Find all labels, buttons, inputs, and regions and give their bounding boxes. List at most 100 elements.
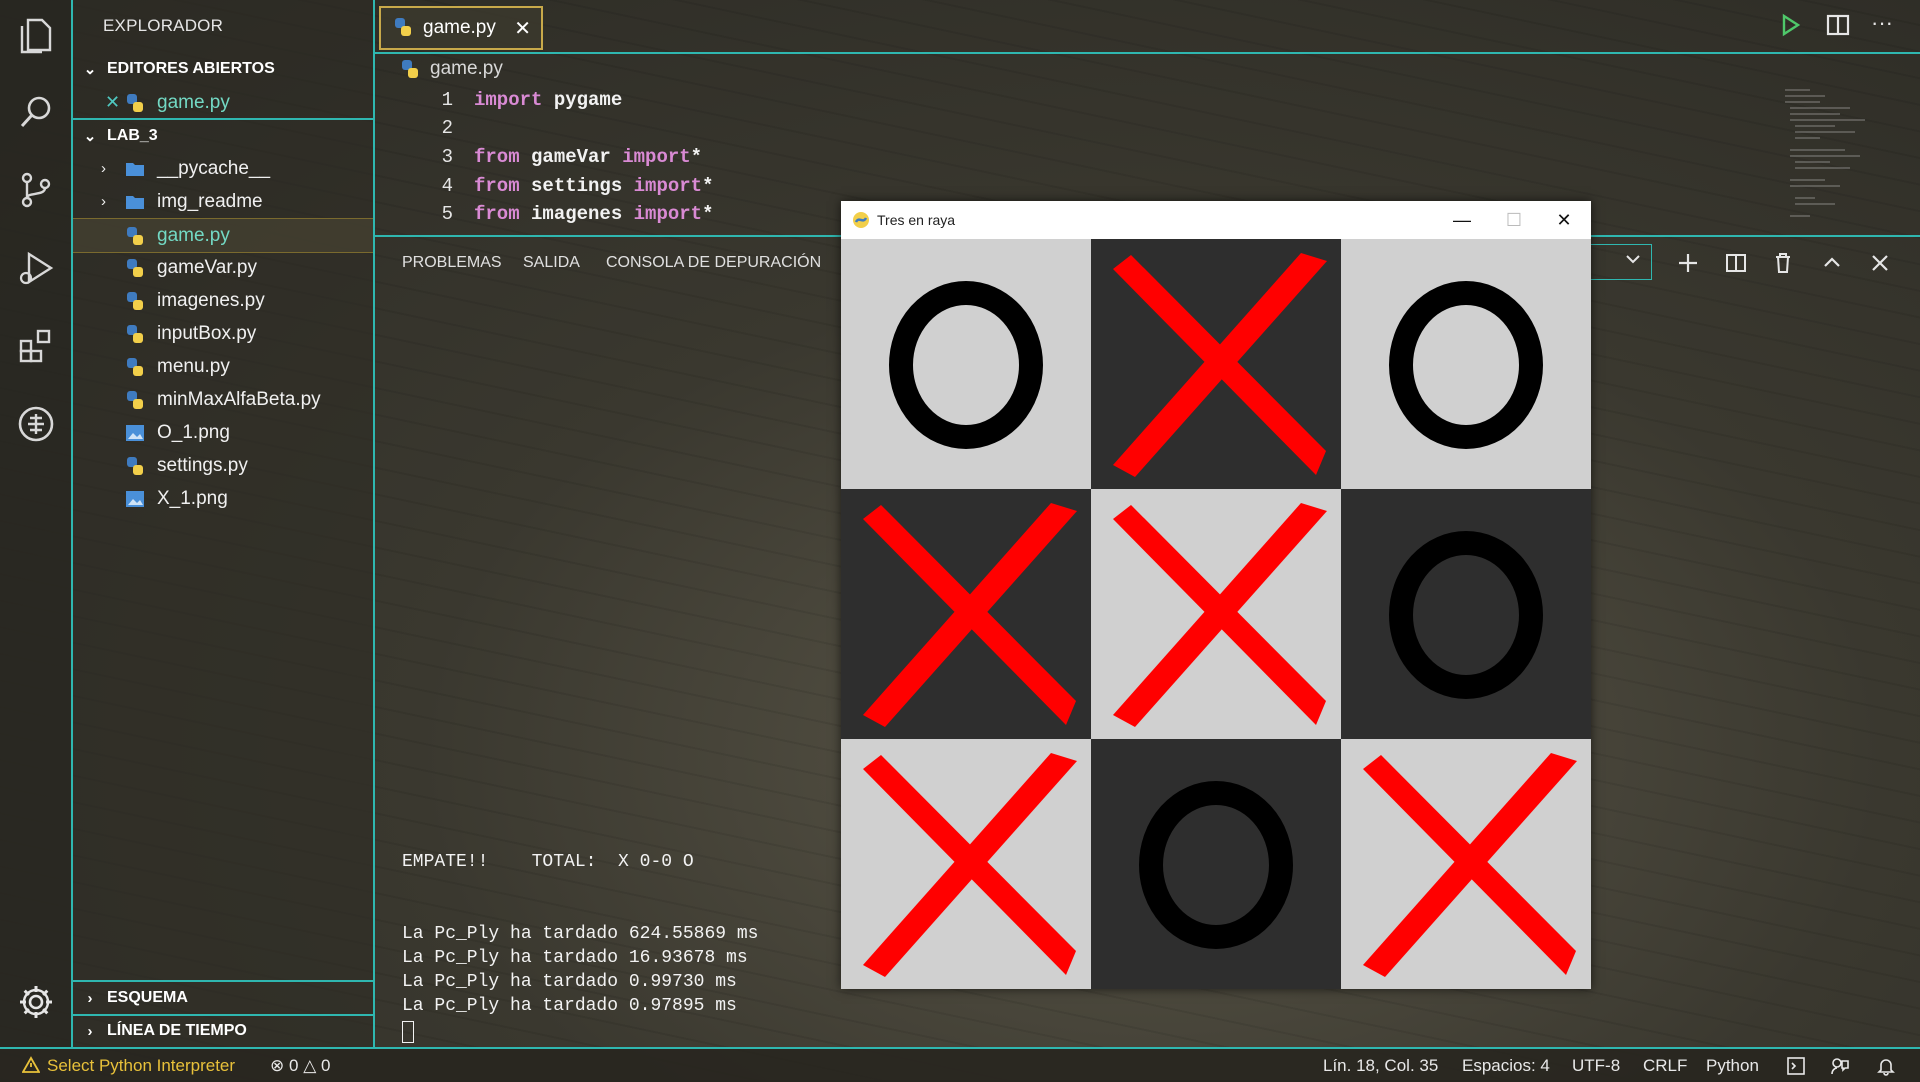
tree-item-folder[interactable]: › img_readme — [73, 185, 373, 218]
tree-item-file[interactable]: inputBox.py — [73, 317, 373, 350]
tree-item-selected-file[interactable]: game.py — [73, 218, 373, 253]
code-text: from settings import* — [474, 175, 713, 197]
extensions-icon[interactable] — [14, 324, 58, 368]
code-text: import pygame — [474, 89, 622, 111]
terminal-output-line: La Pc_Ply ha tardado 0.99730 ms — [402, 972, 737, 992]
python-file-icon — [125, 258, 145, 278]
open-editor-item-game-py[interactable]: ✕ game.py — [73, 86, 373, 119]
python-file-icon — [125, 324, 145, 344]
editor-tab-bar: game.py ✕ ··· — [373, 0, 1920, 54]
settings-gear-icon[interactable] — [14, 980, 58, 1024]
chevron-down-icon — [1625, 251, 1641, 272]
feedback-icon[interactable] — [1830, 1056, 1850, 1081]
error-icon: ⊗ — [270, 1056, 285, 1075]
outline-section-header[interactable]: › ESQUEMA — [73, 983, 373, 1013]
board-cell[interactable] — [1341, 239, 1591, 489]
board-cell[interactable] — [841, 239, 1091, 489]
game-window[interactable]: Tres en raya — ☐ ✕ — [841, 201, 1591, 989]
close-editor-icon[interactable]: ✕ — [105, 92, 120, 113]
terminal-toggle-icon[interactable] — [1786, 1056, 1806, 1081]
timeline-section-header[interactable]: › LÍNEA DE TIEMPO — [73, 1016, 373, 1046]
board-cell[interactable] — [1091, 239, 1341, 489]
minimap[interactable] — [1780, 80, 1880, 240]
tree-item-file[interactable]: settings.py — [73, 449, 373, 482]
new-terminal-icon[interactable] — [1673, 248, 1703, 278]
identifier: settings — [519, 175, 634, 197]
tree-item-file[interactable]: menu.py — [73, 350, 373, 383]
open-editor-label: game.py — [157, 91, 230, 113]
folder-icon — [125, 192, 145, 212]
board-cell[interactable] — [1341, 489, 1591, 739]
board-cell[interactable] — [1091, 739, 1341, 989]
tree-item-label: inputBox.py — [157, 322, 257, 344]
tree-item-file[interactable]: O_1.png — [73, 416, 373, 449]
split-terminal-icon[interactable] — [1721, 248, 1751, 278]
board-cell[interactable] — [1341, 739, 1591, 989]
error-count: 0 — [288, 1056, 299, 1075]
breadcrumb[interactable]: game.py — [400, 58, 503, 80]
terminal-select-dropdown[interactable] — [1590, 244, 1652, 280]
cursor-position[interactable]: Lín. 18, Col. 35 — [1323, 1056, 1438, 1076]
close-panel-icon[interactable] — [1865, 248, 1895, 278]
tree-item-file[interactable]: X_1.png — [73, 482, 373, 515]
chevron-right-icon: › — [101, 160, 106, 177]
x-mark-icon — [1113, 253, 1327, 477]
language-mode[interactable]: Python — [1706, 1056, 1759, 1076]
tree-item-file[interactable]: gameVar.py — [73, 251, 373, 284]
open-editors-label: EDITORES ABIERTOS — [107, 60, 275, 77]
problems-counter[interactable]: ⊗ 0 △ 0 — [270, 1056, 330, 1076]
maximize-panel-icon[interactable] — [1817, 248, 1847, 278]
editor-tab-game-py[interactable]: game.py ✕ — [379, 6, 543, 50]
open-editors-section-header[interactable]: ⌄ EDITORES ABIERTOS — [73, 54, 373, 84]
panel-tab-output[interactable]: SALIDA — [523, 254, 580, 272]
remote-globe-icon[interactable] — [14, 402, 58, 446]
tree-item-folder[interactable]: › __pycache__ — [73, 152, 373, 185]
keyword: from — [474, 203, 520, 225]
board-cell[interactable] — [841, 739, 1091, 989]
source-control-icon[interactable] — [14, 168, 58, 212]
run-debug-icon[interactable] — [14, 246, 58, 290]
run-file-icon[interactable] — [1775, 10, 1805, 45]
line-number: 2 — [441, 117, 453, 139]
search-icon[interactable] — [14, 90, 58, 134]
terminal-output-line: La Pc_Ply ha tardado 624.55869 ms — [402, 924, 759, 944]
split-editor-icon[interactable] — [1823, 10, 1853, 45]
indentation[interactable]: Espacios: 4 — [1462, 1056, 1550, 1076]
identifier: imagenes — [519, 203, 634, 225]
end-of-line[interactable]: CRLF — [1643, 1056, 1687, 1076]
tree-item-file[interactable]: imagenes.py — [73, 284, 373, 317]
game-window-titlebar[interactable]: Tres en raya — ☐ ✕ — [841, 201, 1591, 239]
x-mark-icon — [1113, 503, 1327, 727]
maximize-icon[interactable]: ☐ — [1494, 207, 1534, 233]
project-folder-label: LAB_3 — [107, 127, 158, 144]
encoding[interactable]: UTF-8 — [1572, 1056, 1620, 1076]
panel-tab-debug-console[interactable]: CONSOLA DE DEPURACIÓN — [606, 254, 821, 272]
minimize-icon[interactable]: — — [1442, 207, 1482, 233]
chevron-down-icon: ⌄ — [83, 61, 97, 78]
warning-triangle-icon — [21, 1056, 41, 1079]
more-actions-icon[interactable]: ··· — [1871, 10, 1893, 36]
trash-icon[interactable] — [1768, 248, 1798, 278]
line-number: 5 — [441, 203, 453, 225]
lab3-folder-header[interactable]: ⌄ LAB_3 — [73, 121, 373, 151]
close-tab-icon[interactable]: ✕ — [514, 16, 531, 41]
breadcrumb-file: game.py — [430, 58, 503, 79]
notifications-bell-icon[interactable] — [1876, 1056, 1896, 1081]
operator: * — [690, 146, 703, 168]
terminal-output-line: La Pc_Ply ha tardado 16.93678 ms — [402, 948, 748, 968]
board-cell[interactable] — [1091, 489, 1341, 739]
timeline-label: LÍNEA DE TIEMPO — [107, 1022, 247, 1039]
panel-tab-problems[interactable]: PROBLEMAS — [402, 254, 502, 272]
close-window-icon[interactable]: ✕ — [1544, 207, 1584, 233]
tree-item-label: minMaxAlfaBeta.py — [157, 388, 321, 410]
tic-tac-toe-board — [841, 239, 1591, 989]
line-number: 3 — [441, 146, 453, 168]
explorer-files-icon[interactable] — [14, 14, 58, 58]
select-python-interpreter[interactable]: Select Python Interpreter — [47, 1056, 235, 1076]
identifier: pygame — [542, 89, 623, 111]
warning-count: 0 — [321, 1056, 331, 1075]
python-file-icon — [125, 93, 145, 113]
tree-item-file[interactable]: minMaxAlfaBeta.py — [73, 383, 373, 416]
python-file-icon — [125, 357, 145, 377]
board-cell[interactable] — [841, 489, 1091, 739]
